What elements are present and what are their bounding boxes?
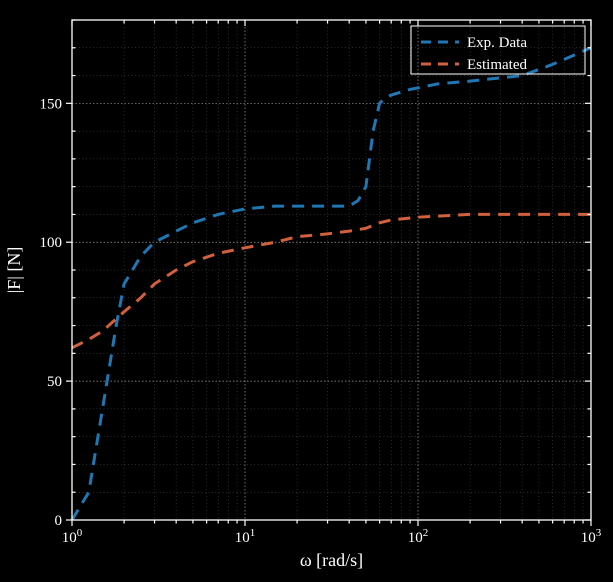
y-tick-label: 0 xyxy=(55,513,63,529)
y-tick-label: 50 xyxy=(47,374,62,390)
data-series xyxy=(72,48,591,520)
y-axis-label: |F| [N] xyxy=(4,247,24,294)
x-tick-label: 102 xyxy=(408,527,429,546)
y-tick-label: 100 xyxy=(40,235,63,251)
x-tick-label: 100 xyxy=(62,527,83,546)
x-tick-label: 103 xyxy=(581,527,602,546)
legend-label-0: Exp. Data xyxy=(467,35,527,51)
x-axis-label: ω [rad/s] xyxy=(300,550,363,570)
series-1 xyxy=(72,214,591,347)
y-tick-label: 150 xyxy=(40,96,63,112)
x-tick-label: 101 xyxy=(235,527,256,546)
axes: 100 101 102 103 0 50 100 150 ω [rad/s] |F| [N] xyxy=(4,20,602,570)
legend-label-1: Estimated xyxy=(467,57,527,73)
chart-container: 100 101 102 103 0 50 100 150 ω [rad/s] |F| [N] Exp… xyxy=(0,0,613,582)
grid xyxy=(72,20,591,520)
chart-svg: 100 101 102 103 0 50 100 150 ω [rad/s] |F| [N] Exp… xyxy=(0,0,613,582)
legend: Exp. Data Estimated xyxy=(411,26,585,74)
series-0 xyxy=(72,48,591,520)
